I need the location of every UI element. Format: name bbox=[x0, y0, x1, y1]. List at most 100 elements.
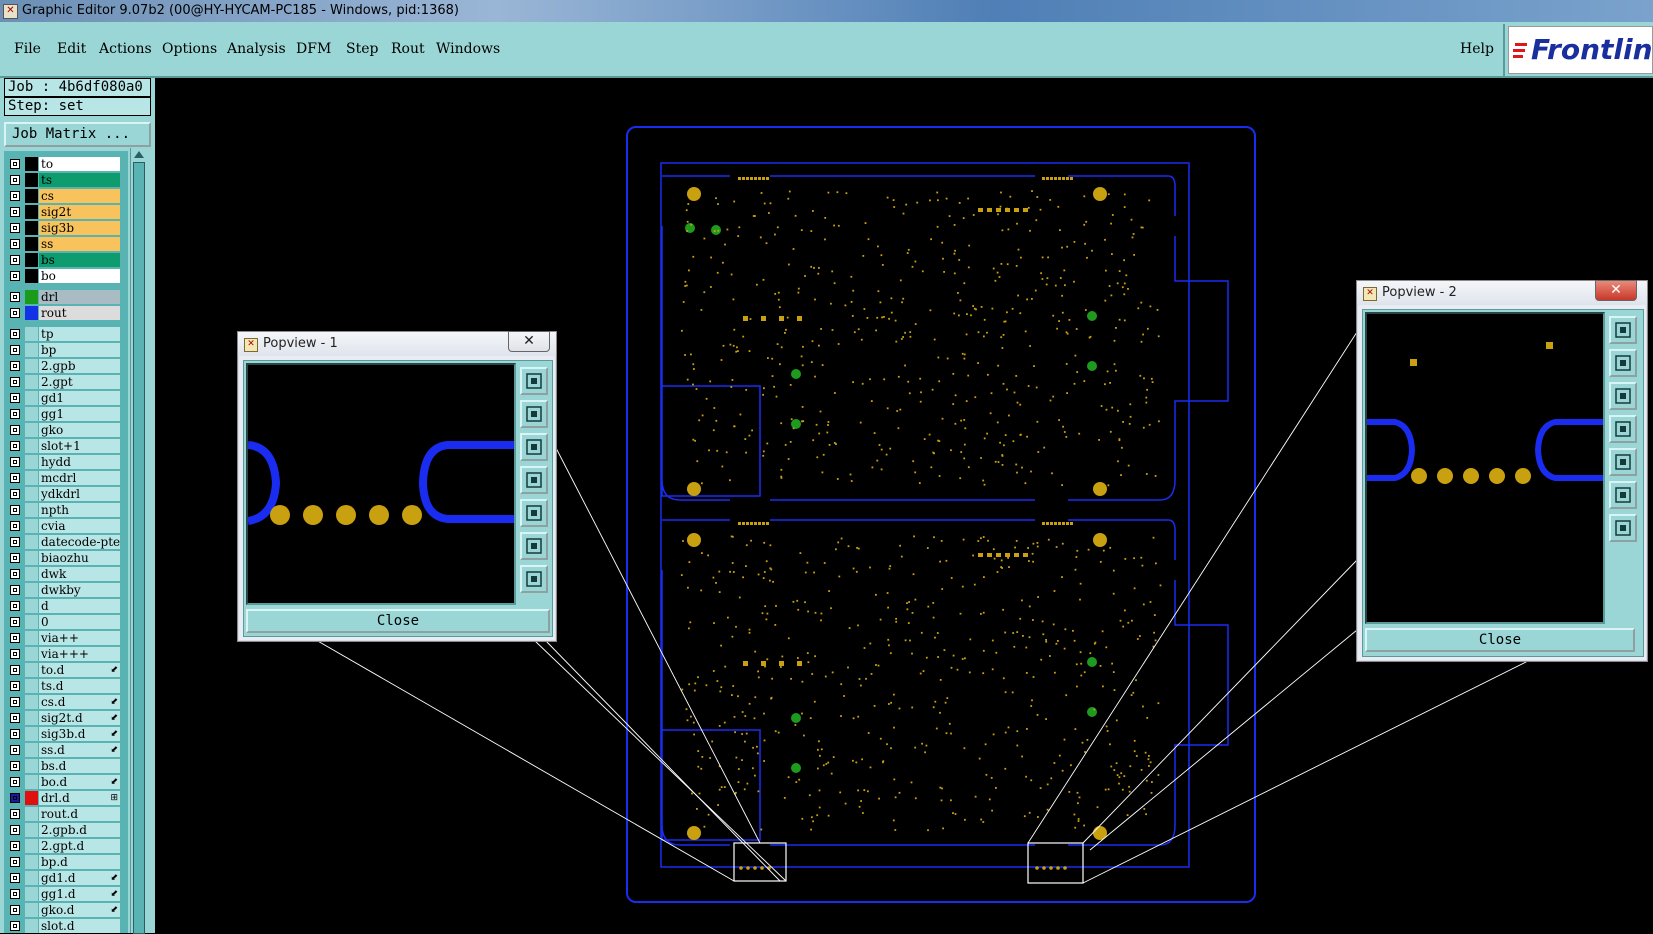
layer-name[interactable]: sig3b.d bbox=[39, 727, 120, 741]
layer-checkbox[interactable] bbox=[10, 681, 20, 691]
layer-color-swatch[interactable] bbox=[25, 306, 38, 320]
layer-color-swatch[interactable] bbox=[25, 269, 38, 283]
popview-1-close-button[interactable]: Close bbox=[246, 609, 550, 633]
layer-name[interactable]: bs bbox=[39, 253, 120, 267]
layer-row-tp[interactable]: tp bbox=[4, 327, 128, 342]
layer-name[interactable]: rout.d bbox=[39, 807, 120, 821]
layer-row-via-[interactable]: via++ bbox=[4, 631, 128, 646]
layer-row-ydkdrl[interactable]: ydkdrl bbox=[4, 487, 128, 502]
layer-color-swatch[interactable] bbox=[25, 471, 38, 485]
layer-checkbox[interactable] bbox=[10, 271, 20, 281]
layer-row-datecode-pte[interactable]: datecode-pte bbox=[4, 535, 128, 550]
layer-name[interactable]: gko bbox=[39, 423, 120, 437]
layer-color-swatch[interactable] bbox=[25, 791, 38, 805]
layer-color-swatch[interactable] bbox=[25, 759, 38, 773]
layer-checkbox[interactable] bbox=[10, 425, 20, 435]
layer-checkbox[interactable] bbox=[10, 191, 20, 201]
layer-row-ts[interactable]: ts bbox=[4, 173, 128, 188]
layer-name[interactable]: bo.d bbox=[39, 775, 120, 789]
layer-row-via-[interactable]: via+++ bbox=[4, 647, 128, 662]
layer-name[interactable]: hydd bbox=[39, 455, 120, 469]
layer-checkbox[interactable] bbox=[10, 665, 20, 675]
popview-2-zoom-out-icon[interactable] bbox=[1609, 514, 1637, 542]
layer-name[interactable]: dwk bbox=[39, 567, 120, 581]
layer-checkbox[interactable] bbox=[10, 457, 20, 467]
layer-name[interactable]: via+++ bbox=[39, 647, 120, 661]
layer-row-bp-d[interactable]: bp.d bbox=[4, 855, 128, 870]
layer-row-sig3b[interactable]: sig3b bbox=[4, 221, 128, 236]
popview-1-zoom-home-icon[interactable] bbox=[520, 367, 548, 395]
layer-name[interactable]: cvia bbox=[39, 519, 120, 533]
layer-checkbox[interactable] bbox=[10, 633, 20, 643]
layer-color-swatch[interactable] bbox=[25, 903, 38, 917]
layer-name[interactable]: ss bbox=[39, 237, 120, 251]
layer-color-swatch[interactable] bbox=[25, 237, 38, 251]
layer-row-slot-d[interactable]: slot.d bbox=[4, 919, 128, 933]
layer-color-swatch[interactable] bbox=[25, 695, 38, 709]
layer-row-gd1[interactable]: gd1 bbox=[4, 391, 128, 406]
layer-checkbox[interactable] bbox=[10, 489, 20, 499]
layer-checkbox[interactable] bbox=[10, 585, 20, 595]
menu-windows[interactable]: Windows bbox=[436, 41, 500, 57]
layer-checkbox[interactable] bbox=[10, 857, 20, 867]
layer-name[interactable]: ydkdrl bbox=[39, 487, 120, 501]
layer-checkbox[interactable] bbox=[10, 809, 20, 819]
layer-checkbox[interactable] bbox=[10, 713, 20, 723]
layer-name[interactable]: gd1 bbox=[39, 391, 120, 405]
layer-row-gko[interactable]: gko bbox=[4, 423, 128, 438]
layer-row-drl[interactable]: drl bbox=[4, 290, 128, 305]
layer-name[interactable]: 2.gpb.d bbox=[39, 823, 120, 837]
layer-name[interactable]: sig2t bbox=[39, 205, 120, 219]
layer-color-swatch[interactable] bbox=[25, 375, 38, 389]
layer-name[interactable]: via++ bbox=[39, 631, 120, 645]
layer-name[interactable]: gd1.d bbox=[39, 871, 120, 885]
layer-checkbox[interactable] bbox=[10, 223, 20, 233]
popview-1-pan-up-icon[interactable] bbox=[520, 400, 548, 428]
layer-name[interactable]: drl.d bbox=[39, 791, 120, 805]
layer-row-sig2t[interactable]: sig2t bbox=[4, 205, 128, 220]
layer-color-swatch[interactable] bbox=[25, 631, 38, 645]
layer-color-swatch[interactable] bbox=[25, 407, 38, 421]
layer-row-bs[interactable]: bs bbox=[4, 253, 128, 268]
layer-name[interactable]: 2.gpb bbox=[39, 359, 120, 373]
menu-analysis[interactable]: Analysis bbox=[227, 41, 286, 57]
layer-color-swatch[interactable] bbox=[25, 599, 38, 613]
menu-step[interactable]: Step bbox=[346, 41, 378, 57]
layer-color-swatch[interactable] bbox=[25, 157, 38, 171]
layer-name[interactable]: ts bbox=[39, 173, 120, 187]
menu-edit[interactable]: Edit bbox=[57, 41, 86, 57]
layer-row-dwk[interactable]: dwk bbox=[4, 567, 128, 582]
layer-color-swatch[interactable] bbox=[25, 391, 38, 405]
layer-row-2-gpt-d[interactable]: 2.gpt.d bbox=[4, 839, 128, 854]
layer-name[interactable]: to.d bbox=[39, 663, 120, 677]
layer-name[interactable]: 0 bbox=[39, 615, 120, 629]
layer-color-swatch[interactable] bbox=[25, 871, 38, 885]
popview-1-zoom-out-icon[interactable] bbox=[520, 565, 548, 593]
layer-row-hydd[interactable]: hydd bbox=[4, 455, 128, 470]
popview-2-pan-right-icon[interactable] bbox=[1609, 448, 1637, 476]
layer-name[interactable]: ts.d bbox=[39, 679, 120, 693]
layer-color-swatch[interactable] bbox=[25, 439, 38, 453]
layer-color-swatch[interactable] bbox=[25, 615, 38, 629]
layer-row-gg1-d[interactable]: gg1.d ⬋ bbox=[4, 887, 128, 902]
layer-name[interactable]: datecode-pte bbox=[39, 535, 120, 549]
layer-row-to[interactable]: to bbox=[4, 157, 128, 172]
layer-name[interactable]: gg1 bbox=[39, 407, 120, 421]
layer-color-swatch[interactable] bbox=[25, 647, 38, 661]
layer-checkbox[interactable] bbox=[10, 537, 20, 547]
popview-2-view[interactable] bbox=[1365, 312, 1605, 624]
layer-checkbox[interactable] bbox=[10, 409, 20, 419]
layer-color-swatch[interactable] bbox=[25, 519, 38, 533]
layer-row-to-d[interactable]: to.d ⬋ bbox=[4, 663, 128, 678]
layer-name[interactable]: dwkby bbox=[39, 583, 120, 597]
layer-row-cs-d[interactable]: cs.d ⬋ bbox=[4, 695, 128, 710]
layer-checkbox[interactable] bbox=[10, 761, 20, 771]
layer-color-swatch[interactable] bbox=[25, 173, 38, 187]
layer-row-ss-d[interactable]: ss.d ⬋ bbox=[4, 743, 128, 758]
layer-checkbox[interactable] bbox=[10, 377, 20, 387]
layer-color-swatch[interactable] bbox=[25, 839, 38, 853]
layer-checkbox[interactable] bbox=[10, 649, 20, 659]
layer-checkbox[interactable] bbox=[10, 159, 20, 169]
layer-color-swatch[interactable] bbox=[25, 423, 38, 437]
layer-row-dwkby[interactable]: dwkby bbox=[4, 583, 128, 598]
